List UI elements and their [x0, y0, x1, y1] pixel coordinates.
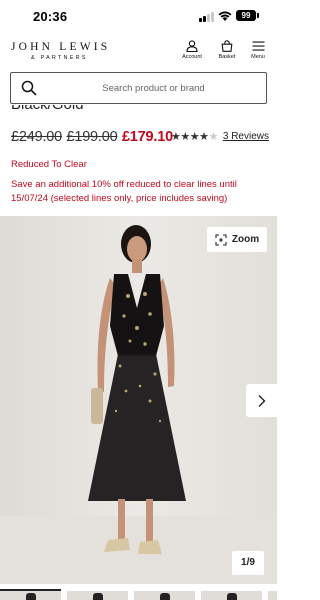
reduced-to-clear-label: Reduced To Clear [11, 159, 87, 170]
image-counter: 1/9 [232, 551, 264, 575]
basket-icon [221, 40, 233, 52]
zoom-icon [215, 233, 227, 246]
brand-logo-subtitle: & PARTNERS [31, 55, 88, 61]
star-empty-icon: ★ [208, 131, 219, 143]
battery-tip [257, 13, 259, 18]
cellular-signal-icon [199, 12, 215, 22]
thumbnail-1[interactable] [0, 589, 61, 600]
thumbnail-strip [0, 589, 277, 600]
menu-button[interactable]: Menu [242, 38, 274, 66]
site-header: JOHN LEWIS & PARTNERS Account Basket Men… [0, 33, 277, 68]
search-bar[interactable] [10, 72, 267, 104]
price-row: £249.00 £199.00 £179.10 ★★★★★ 3 Reviews [11, 128, 271, 148]
dress-model-photo [0, 216, 277, 584]
product-rating[interactable]: ★★★★★ 3 Reviews [171, 130, 269, 143]
star-filled-icon: ★ [171, 131, 181, 143]
star-rating-icon: ★★★★★ [171, 130, 218, 143]
status-time: 20:36 [33, 9, 68, 24]
menu-label: Menu [251, 54, 265, 60]
promo-message: Save an additional 10% off reduced to cl… [11, 179, 237, 204]
star-filled-icon: ★ [180, 131, 190, 143]
wifi-icon [218, 11, 232, 21]
basket-label: Basket [218, 54, 236, 60]
search-input[interactable] [51, 78, 256, 98]
star-filled-icon: ★ [199, 131, 209, 143]
product-image[interactable] [0, 216, 277, 584]
brand-logo[interactable]: JOHN LEWIS [11, 41, 110, 53]
original-price: £249.00 [11, 129, 63, 145]
status-bar: 20:36 99 [0, 0, 277, 33]
zoom-label: Zoom [231, 234, 260, 245]
chevron-right-icon [258, 394, 266, 407]
account-label: Account [182, 54, 202, 60]
thumbnail-4[interactable] [201, 589, 262, 600]
current-price: £179.10 [121, 129, 173, 145]
account-button[interactable]: Account [176, 38, 208, 66]
hamburger-menu-icon [252, 41, 264, 51]
thumbnail-3[interactable] [134, 589, 195, 600]
thumbnail-5[interactable] [268, 589, 277, 600]
previous-price: £199.00 [66, 129, 118, 145]
account-icon [186, 40, 198, 52]
product-title: Black/Gold [11, 105, 84, 113]
battery-icon: 99 [236, 10, 256, 21]
search-icon[interactable] [21, 80, 37, 96]
thumbnail-2[interactable] [67, 589, 128, 600]
basket-button[interactable]: Basket [211, 38, 243, 66]
next-image-button[interactable] [246, 384, 277, 417]
reviews-link[interactable]: 3 Reviews [223, 131, 269, 142]
zoom-button[interactable]: Zoom [207, 227, 267, 252]
product-title-container: Black/Gold [0, 105, 277, 117]
star-filled-icon: ★ [189, 131, 200, 143]
